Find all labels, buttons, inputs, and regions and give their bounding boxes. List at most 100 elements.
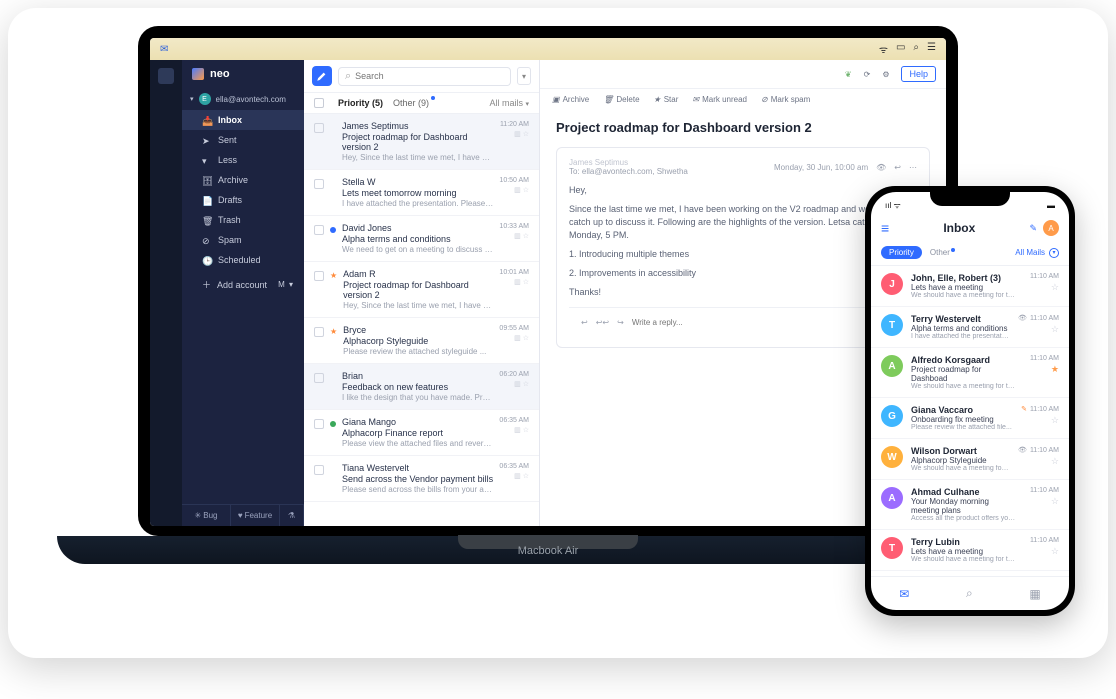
- folder-archive[interactable]: 🗄Archive: [182, 170, 304, 190]
- mail-item[interactable]: ★ Adam R Project roadmap for Dashboard v…: [304, 262, 539, 318]
- folder-drafts[interactable]: 📄Drafts: [182, 190, 304, 210]
- mark-unread-button[interactable]: ✉Mark unread: [692, 95, 747, 104]
- mail-checkbox[interactable]: [314, 327, 324, 337]
- phone-mail-item[interactable]: A Ahmad Culhane Your Monday morning meet…: [871, 480, 1069, 530]
- search-input[interactable]: [355, 71, 504, 81]
- star-icon[interactable]: ★: [1051, 364, 1059, 375]
- search-dropdown[interactable]: ▾: [517, 67, 531, 85]
- phone-device: ııl ᯤ ▬ ≡ Inbox ✎ A Priority Other All M…: [865, 186, 1075, 616]
- mail-subject: Feedback on new features: [342, 382, 493, 392]
- help-button[interactable]: Help: [901, 66, 936, 82]
- mail-item[interactable]: Brian Feedback on new features I like th…: [304, 364, 539, 410]
- mail-checkbox[interactable]: [314, 179, 324, 189]
- star-button[interactable]: ★Star: [654, 95, 679, 104]
- star-icon[interactable]: ☆: [1051, 546, 1059, 557]
- mail-item[interactable]: ★ Bryce Alphacorp Styleguide Please revi…: [304, 318, 539, 364]
- feature-button[interactable]: ♥Feature: [231, 505, 280, 526]
- folder-label: Sent: [218, 135, 237, 145]
- phone-preview: Please review the attached file...: [911, 424, 1013, 431]
- phone-sender: Alfredo Korsgaard: [911, 355, 1017, 365]
- mail-preview: Hey, Since the last time we met, I have …: [342, 153, 494, 162]
- phone-mail-item[interactable]: T Terry Lubin Lets have a meeting We sho…: [871, 530, 1069, 571]
- star-icon[interactable]: ☆: [1051, 415, 1059, 426]
- mail-checkbox[interactable]: [314, 465, 324, 475]
- lab-button[interactable]: ⚗: [280, 505, 304, 526]
- phone-tab-priority[interactable]: Priority: [881, 246, 922, 259]
- folder-inbox[interactable]: 📥Inbox: [182, 110, 304, 130]
- star-icon[interactable]: ☆: [1051, 324, 1059, 335]
- mail-item[interactable]: Giana Mango Alphacorp Finance report Ple…: [304, 410, 539, 456]
- mail-time: 06:20 AM▥ ☆: [499, 371, 529, 402]
- unread-dot: [330, 421, 336, 427]
- eye-icon[interactable]: 👁: [876, 163, 886, 172]
- hamburger-icon[interactable]: ≡: [881, 220, 889, 236]
- folder-scheduled[interactable]: 🕒Scheduled: [182, 250, 304, 270]
- phone-title: Inbox: [895, 221, 1023, 235]
- reply-icon[interactable]: ↩: [894, 163, 901, 172]
- account-selector[interactable]: ▾ E ella@avontech.com: [182, 88, 304, 110]
- phone-mail-item[interactable]: W Wilson Dorwart Alphacorp Styleguide We…: [871, 439, 1069, 480]
- provider-icons: M ▾: [278, 280, 294, 289]
- mail-item[interactable]: James Septimus Project roadmap for Dashb…: [304, 114, 539, 170]
- mark-spam-button[interactable]: ⊘Mark spam: [761, 95, 810, 104]
- compose-icon[interactable]: ✎: [1029, 223, 1037, 234]
- trash-icon: 🗑: [603, 95, 613, 104]
- star-icon[interactable]: ☆: [1051, 496, 1059, 507]
- mail-checkbox[interactable]: [314, 225, 324, 235]
- phone-mail-item[interactable]: J John, Elle, Robert (3) Lets have a mee…: [871, 266, 1069, 307]
- phone-mail-item[interactable]: T Terry Westervelt Alpha terms and condi…: [871, 307, 1069, 348]
- phone-subject: Your Monday morning meeting plans: [911, 497, 1017, 515]
- star-icon[interactable]: ☆: [1051, 282, 1059, 293]
- reply-all-icon[interactable]: ↩↩: [596, 318, 609, 327]
- mail-checkbox[interactable]: [314, 123, 324, 133]
- archive-button[interactable]: ▣Archive: [552, 95, 589, 104]
- delete-button[interactable]: 🗑Delete: [603, 95, 639, 104]
- gear-icon[interactable]: ⚙: [882, 70, 889, 79]
- folder-trash[interactable]: 🗑Trash: [182, 210, 304, 230]
- folder-icon: ▾: [202, 156, 211, 165]
- mail-item[interactable]: Tiana Westervelt Send across the Vendor …: [304, 456, 539, 502]
- leaf-icon[interactable]: ❦: [845, 70, 852, 79]
- tab-other[interactable]: Other (9): [393, 98, 429, 108]
- phone-mail-item[interactable]: A Alfredo Korsgaard Project roadmap for …: [871, 348, 1069, 398]
- folder-label: Spam: [218, 235, 242, 245]
- folder-icon: ➤: [202, 136, 211, 145]
- mail-checkbox[interactable]: [314, 419, 324, 429]
- phone-avatar[interactable]: A: [1043, 220, 1059, 236]
- spam-icon: ⊘: [761, 95, 768, 104]
- rail-app-icon[interactable]: [158, 68, 174, 84]
- phone-tab-other[interactable]: Other: [930, 248, 950, 257]
- mail-checkbox[interactable]: [314, 373, 324, 383]
- folder-icon: 🗄: [202, 176, 211, 185]
- select-all-checkbox[interactable]: [314, 98, 324, 108]
- refresh-icon[interactable]: ⟳: [864, 70, 871, 79]
- star-icon[interactable]: ☆: [1051, 456, 1059, 467]
- folder-less[interactable]: ▾Less: [182, 150, 304, 170]
- filter-dropdown[interactable]: All mails ▾: [489, 98, 529, 108]
- add-account-button[interactable]: ＋ Add account M ▾: [182, 270, 304, 299]
- mail-subject: Project roadmap for Dashboard version 2: [343, 280, 493, 300]
- phone-preview: We should have a meeting for the up...: [911, 465, 1010, 472]
- phone-time: 11:10 AM: [1030, 537, 1059, 544]
- nav-calendar-icon[interactable]: ▦: [1029, 587, 1040, 601]
- mail-item[interactable]: David Jones Alpha terms and conditions W…: [304, 216, 539, 262]
- tab-priority[interactable]: Priority (5): [338, 98, 383, 108]
- phone-filter[interactable]: All Mails▾: [1015, 248, 1059, 258]
- phone-mail-item[interactable]: G Giana Vaccaro Onboarding fix meeting P…: [871, 398, 1069, 439]
- compose-button[interactable]: [312, 66, 332, 86]
- indicator-none: [330, 375, 336, 381]
- bug-button[interactable]: ✳Bug: [182, 505, 231, 526]
- nav-search-icon[interactable]: ⌕: [966, 586, 973, 601]
- more-icon[interactable]: ⋯: [909, 163, 917, 172]
- phone-mail-list: J John, Elle, Robert (3) Lets have a mee…: [871, 266, 1069, 576]
- folder-spam[interactable]: ⊘Spam: [182, 230, 304, 250]
- mail-checkbox[interactable]: [314, 271, 324, 281]
- search-field[interactable]: ⌕: [338, 67, 511, 86]
- nav-mail-icon[interactable]: ✉: [899, 587, 909, 601]
- forward-icon[interactable]: ↪: [617, 318, 624, 327]
- indicator-none: [330, 181, 336, 187]
- mail-item[interactable]: Stella W Lets meet tomorrow morning I ha…: [304, 170, 539, 216]
- phone-subject: Project roadmap for Dashboad: [911, 365, 1017, 383]
- reply-arrow-icon[interactable]: ↩: [581, 318, 588, 327]
- folder-sent[interactable]: ➤ Sent: [182, 130, 304, 150]
